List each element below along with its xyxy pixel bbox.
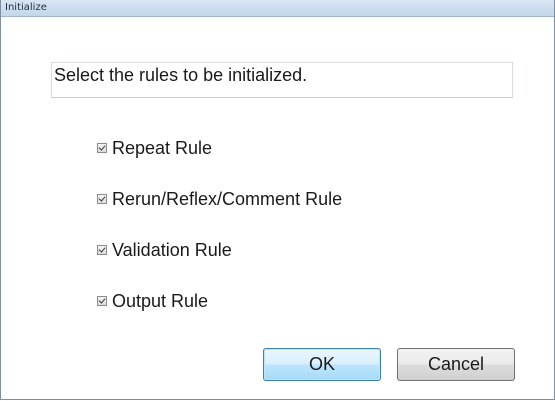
repeat-rule-checkbox[interactable]: Repeat Rule [97, 136, 212, 160]
repeat-rule-label: Repeat Rule [112, 138, 213, 158]
validation-rule-label: Validation Rule [112, 240, 232, 260]
rerun-reflex-comment-rule-checkbox[interactable]: Rerun/Reflex/Comment Rule [97, 187, 342, 211]
instruction-text: Select the rules to be initialized. [54, 65, 308, 85]
output-rule-checkbox[interactable]: Output Rule [97, 289, 208, 313]
instruction-panel: Select the rules to be initialized. [51, 62, 513, 98]
cancel-button[interactable]: Cancel [397, 348, 515, 381]
validation-rule-checkbox[interactable]: Validation Rule [97, 238, 232, 262]
title-bar[interactable]: Initialize [1, 0, 554, 17]
rerun-reflex-comment-rule-label: Rerun/Reflex/Comment Rule [112, 189, 343, 209]
output-rule-label: Output Rule [112, 291, 209, 311]
ok-button[interactable]: OK [263, 348, 381, 381]
checkbox-checked-icon[interactable] [97, 296, 107, 306]
window-title: Initialize [5, 2, 47, 13]
checkbox-checked-icon[interactable] [97, 143, 107, 153]
checkbox-checked-icon[interactable] [97, 194, 107, 204]
checkbox-checked-icon[interactable] [97, 245, 107, 255]
initialize-dialog: Initialize Select the rules to be initia… [0, 0, 555, 400]
